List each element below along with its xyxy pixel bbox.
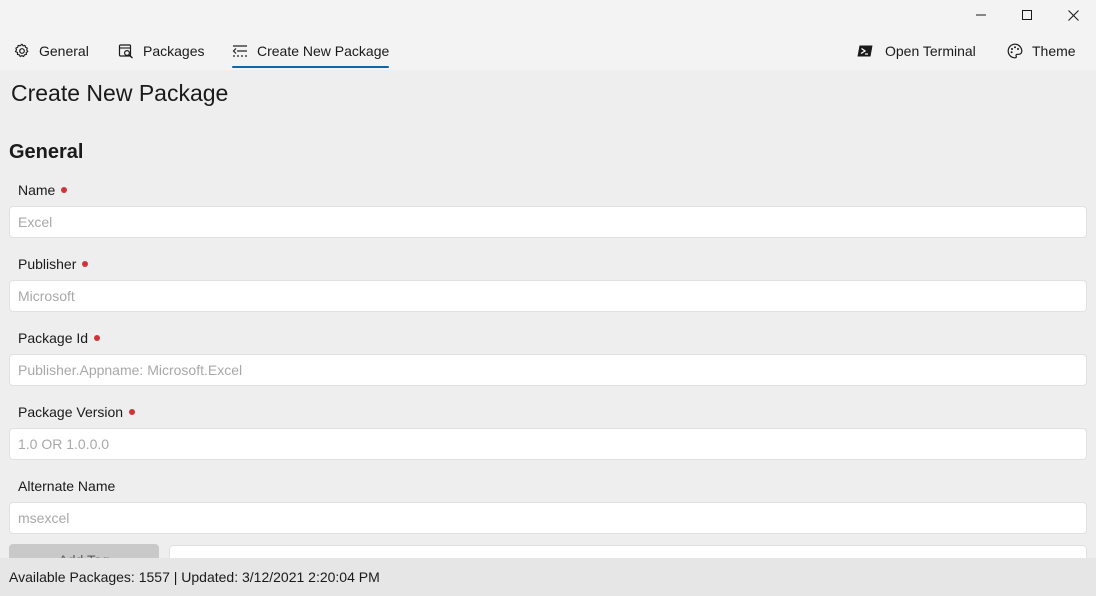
create-package-icon xyxy=(232,43,248,59)
publisher-input[interactable] xyxy=(9,280,1087,312)
required-indicator xyxy=(82,261,89,267)
package-id-field-label: Package Id xyxy=(18,330,101,346)
publisher-field-label: Publisher xyxy=(18,256,89,272)
status-bar: Available Packages: 1557 | Updated: 3/12… xyxy=(0,558,1096,596)
maximize-button[interactable] xyxy=(1004,0,1050,30)
required-indicator xyxy=(94,335,101,341)
main-content: Create New Package General Name Publishe… xyxy=(0,70,1096,558)
nav-packages[interactable]: Packages xyxy=(118,34,204,68)
nav-packages-label: Packages xyxy=(143,43,205,59)
window-controls xyxy=(958,0,1096,30)
package-version-label-text: Package Version xyxy=(18,404,124,420)
nav-create-new-package[interactable]: Create New Package xyxy=(232,34,390,68)
name-label-text: Name xyxy=(18,182,56,198)
terminal-icon xyxy=(857,43,873,59)
minimize-button[interactable] xyxy=(958,0,1004,30)
nav-general-label: General xyxy=(39,43,89,59)
package-id-label-text: Package Id xyxy=(18,330,89,346)
publisher-label-text: Publisher xyxy=(18,256,77,272)
palette-icon xyxy=(1007,43,1023,59)
minimize-icon xyxy=(976,14,986,16)
open-terminal-button[interactable]: Open Terminal xyxy=(857,34,976,68)
package-version-input[interactable] xyxy=(9,428,1087,460)
maximize-icon xyxy=(1022,10,1032,20)
theme-label: Theme xyxy=(1032,43,1076,59)
tag-input[interactable] xyxy=(169,545,1087,558)
alternate-name-field-label: Alternate Name xyxy=(18,478,115,494)
top-navigation: General Packages Create New Package Open… xyxy=(0,34,1096,70)
page-title: Create New Package xyxy=(11,80,229,106)
nav-general[interactable]: General xyxy=(14,34,89,68)
alternate-name-input[interactable] xyxy=(9,502,1087,534)
theme-button[interactable]: Theme xyxy=(1007,34,1076,68)
required-indicator xyxy=(129,409,136,415)
alternate-name-label-text: Alternate Name xyxy=(18,478,116,494)
close-button[interactable] xyxy=(1050,0,1096,30)
close-icon xyxy=(1067,9,1079,21)
section-title-general: General xyxy=(9,141,84,163)
required-indicator xyxy=(61,187,68,193)
name-input[interactable] xyxy=(9,206,1087,238)
gear-icon xyxy=(14,43,30,59)
status-text: Available Packages: 1557 | Updated: 3/12… xyxy=(9,569,380,585)
package-id-input[interactable] xyxy=(9,354,1087,386)
nav-create-new-package-label: Create New Package xyxy=(257,43,390,59)
name-field-label: Name xyxy=(18,182,68,198)
package-search-icon xyxy=(118,43,134,59)
package-version-field-label: Package Version xyxy=(18,404,136,420)
add-tag-button[interactable]: Add Tag xyxy=(9,544,159,558)
open-terminal-label: Open Terminal xyxy=(885,43,976,59)
